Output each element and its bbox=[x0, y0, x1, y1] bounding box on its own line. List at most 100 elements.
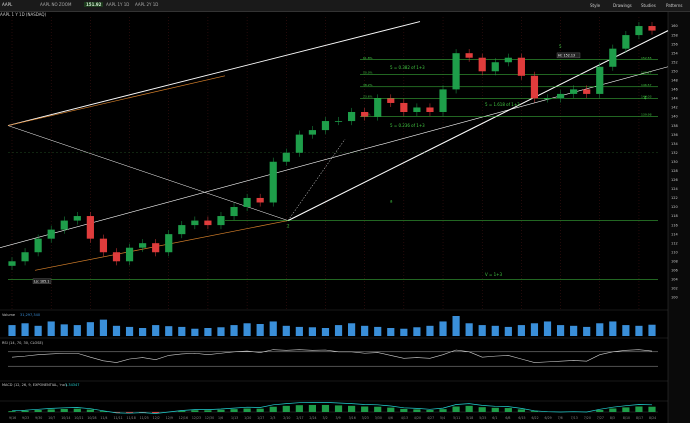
volume-bar bbox=[99, 319, 108, 336]
date-tick-label: 5/25 bbox=[479, 416, 486, 420]
lo-label: Lo: 105.1 bbox=[34, 279, 49, 283]
date-tick-label: 3/2 bbox=[322, 416, 327, 420]
candle-body bbox=[230, 207, 238, 217]
volume-bar bbox=[191, 328, 199, 336]
volume-bar bbox=[374, 326, 382, 336]
candle-body bbox=[321, 121, 330, 131]
candle-body bbox=[609, 48, 617, 67]
date-tick-label: 1/20 bbox=[244, 416, 251, 420]
fib-level-label: 23.6% bbox=[363, 94, 373, 98]
price-tick-label: 116 bbox=[671, 223, 678, 227]
price-tick-label: 118 bbox=[671, 214, 678, 218]
macd-histogram-bar bbox=[334, 405, 343, 412]
candle-body bbox=[635, 26, 643, 36]
macd-histogram-bar bbox=[374, 406, 382, 412]
volume-bar bbox=[21, 323, 29, 336]
date-tick-label: 2/10 bbox=[283, 416, 290, 420]
macd-histogram-bar bbox=[191, 410, 199, 412]
volume-bar bbox=[361, 325, 369, 336]
macd-histogram-bar bbox=[73, 408, 81, 412]
price-tick-label: 132 bbox=[671, 151, 678, 155]
macd-histogram-bar bbox=[243, 408, 251, 412]
volume-bar bbox=[530, 323, 539, 336]
macd-histogram-bar bbox=[60, 408, 68, 412]
volume-value-label: 31,297,340 bbox=[20, 313, 40, 317]
date-tick-label: 7/6 bbox=[558, 416, 563, 420]
candle-body bbox=[361, 112, 369, 117]
date-tick-label: 6/1 bbox=[492, 416, 497, 420]
volume-bar bbox=[139, 328, 147, 336]
fib-level-label: 50.0% bbox=[363, 71, 373, 75]
candle-body bbox=[21, 252, 29, 262]
macd-histogram-bar bbox=[504, 408, 512, 412]
volume-bar bbox=[491, 325, 499, 336]
volume-bar bbox=[73, 325, 81, 336]
volume-bar bbox=[125, 326, 134, 336]
rsi-panel-label: RSI (14, 70, 30, CLOSE) bbox=[2, 341, 44, 345]
rsi-line bbox=[11, 349, 653, 363]
price-tick-label: 124 bbox=[671, 187, 678, 191]
date-tick-label: 10/14 bbox=[61, 416, 70, 420]
volume-bar bbox=[178, 326, 186, 336]
price-tick-label: 140 bbox=[671, 115, 678, 119]
date-tick-label: 4/6 bbox=[388, 416, 393, 420]
date-tick-label: 2/24 bbox=[309, 416, 316, 420]
macd-histogram-bar bbox=[295, 405, 303, 412]
volume-bar bbox=[426, 325, 434, 336]
price-tick-label: 114 bbox=[671, 232, 678, 236]
candle-body bbox=[465, 53, 473, 58]
candle-body bbox=[73, 216, 81, 221]
orange-fan-line bbox=[7, 75, 226, 126]
macd-histogram-bar bbox=[282, 405, 290, 412]
volume-bar bbox=[439, 321, 447, 336]
date-tick-label: 10/21 bbox=[74, 416, 83, 420]
macd-histogram-bar bbox=[204, 410, 212, 412]
price-tick-label: 144 bbox=[671, 97, 678, 101]
price-tick-label: 104 bbox=[671, 278, 678, 282]
price-tick-label: 102 bbox=[671, 287, 678, 291]
price-tick-label: 128 bbox=[671, 169, 678, 173]
volume-bar bbox=[452, 316, 460, 336]
macd-histogram-bar bbox=[47, 409, 55, 412]
price-tick-label: 134 bbox=[671, 142, 678, 146]
date-tick-label: 6/22 bbox=[531, 416, 538, 420]
volume-bar bbox=[308, 327, 316, 336]
projection-382-label: 5 = 0.382 of 1+3 bbox=[390, 65, 425, 70]
macd-histogram-bar bbox=[217, 409, 225, 412]
macd-histogram-bar bbox=[465, 405, 473, 412]
candle-body bbox=[556, 93, 565, 99]
volume-bar bbox=[348, 323, 356, 336]
candle-body bbox=[86, 216, 94, 239]
volume-bar bbox=[282, 325, 290, 336]
price-tick-label: 152 bbox=[671, 60, 678, 64]
date-tick-label: 1/13 bbox=[231, 416, 238, 420]
macd-histogram-bar bbox=[596, 410, 604, 412]
price-tick-label: 108 bbox=[671, 259, 678, 263]
candle-body bbox=[125, 247, 134, 262]
macd-histogram-bar bbox=[648, 406, 656, 412]
price-tick-label: 122 bbox=[671, 196, 678, 200]
macd-histogram-bar bbox=[426, 410, 434, 412]
price-tick-label: 112 bbox=[671, 241, 678, 245]
candle-body bbox=[413, 107, 421, 112]
candle-body bbox=[583, 89, 591, 94]
date-tick-label: 6/29 bbox=[545, 416, 552, 420]
price-chart[interactable]: 160 158 156 154 152 150 148 146 144 142 140 138 136 1… bbox=[0, 0, 690, 423]
fib-price-label: 149.27 bbox=[641, 71, 652, 75]
macd-histogram-bar bbox=[517, 409, 525, 412]
volume-panel-label: Volume bbox=[2, 313, 15, 317]
fib-price-label: 152.55 bbox=[641, 56, 652, 60]
price-tick-label: 110 bbox=[671, 250, 678, 254]
candle-body bbox=[517, 57, 525, 76]
volume-bar bbox=[478, 325, 486, 336]
candle-body bbox=[256, 197, 264, 203]
candle-body bbox=[308, 130, 316, 135]
candle-body bbox=[570, 89, 578, 94]
candle-body bbox=[622, 35, 630, 49]
price-tick-label: 154 bbox=[671, 51, 678, 55]
date-tick-label: 12/9 bbox=[166, 416, 173, 420]
date-tick-label: 3/23 bbox=[362, 416, 369, 420]
date-tick-label: 4/27 bbox=[427, 416, 434, 420]
candle-body bbox=[204, 220, 212, 226]
volume-bar bbox=[570, 325, 578, 336]
